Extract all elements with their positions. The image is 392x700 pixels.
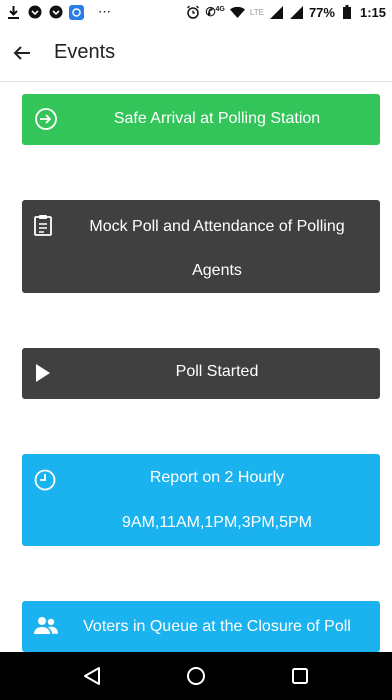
nav-recents-button[interactable] xyxy=(280,656,320,696)
play-icon xyxy=(34,362,52,384)
call-icon: ✆4G xyxy=(205,5,225,19)
system-nav-bar xyxy=(0,652,392,700)
back-button[interactable] xyxy=(0,24,44,82)
clock-icon xyxy=(34,469,56,491)
battery-icon xyxy=(340,5,355,20)
event-mock-poll-button[interactable]: Mock Poll and Attendance of Polling Agen… xyxy=(22,200,380,293)
arrow-back-icon xyxy=(13,45,30,60)
app-bar: Events xyxy=(0,24,392,82)
download-icon xyxy=(6,5,21,20)
more-notifications-icon: ⋯ xyxy=(98,4,112,19)
back-triangle-icon xyxy=(84,667,100,685)
signal-icon xyxy=(269,5,284,20)
event-label-line1: Report on 2 Hourly xyxy=(149,469,285,486)
battery-percent: 77% xyxy=(308,4,335,20)
event-safe-arrival-button[interactable]: Safe Arrival at Polling Station xyxy=(22,94,380,145)
nav-back-button[interactable] xyxy=(72,656,112,696)
wifi-icon xyxy=(229,5,245,20)
event-poll-started-button[interactable]: Poll Started xyxy=(22,348,380,399)
vpn-shield-icon xyxy=(27,5,42,20)
people-icon xyxy=(34,616,58,636)
alarm-icon xyxy=(185,5,200,20)
app-notification-icon xyxy=(69,4,84,20)
login-arrow-icon xyxy=(34,107,58,131)
status-bar: ⋯ ✆4G LTE 77% 1:15 xyxy=(0,0,392,24)
event-label: Safe Arrival at Polling Station xyxy=(113,110,321,127)
recents-square-icon xyxy=(292,668,308,684)
home-circle-icon xyxy=(187,667,205,685)
event-label-line1: Mock Poll and Attendance of Polling xyxy=(89,218,345,235)
signal-icon xyxy=(289,5,304,20)
event-report-hourly-button[interactable]: Report on 2 Hourly 9AM,11AM,1PM,3PM,5PM xyxy=(22,454,380,546)
clipboard-icon xyxy=(34,214,52,236)
event-voters-queue-button[interactable]: Voters in Queue at the Closure of Poll xyxy=(22,601,380,652)
event-label: Poll Started xyxy=(175,363,259,380)
event-label-line2: 9AM,11AM,1PM,3PM,5PM xyxy=(122,514,312,531)
page-title: Events xyxy=(54,41,116,63)
vpn-shield-icon xyxy=(48,5,63,20)
nav-home-button[interactable] xyxy=(176,656,216,696)
clock-time: 1:15 xyxy=(359,4,386,20)
network-type: LTE xyxy=(249,7,264,17)
event-label-line2: Agents xyxy=(192,262,242,279)
event-label: Voters in Queue at the Closure of Poll xyxy=(83,618,351,635)
